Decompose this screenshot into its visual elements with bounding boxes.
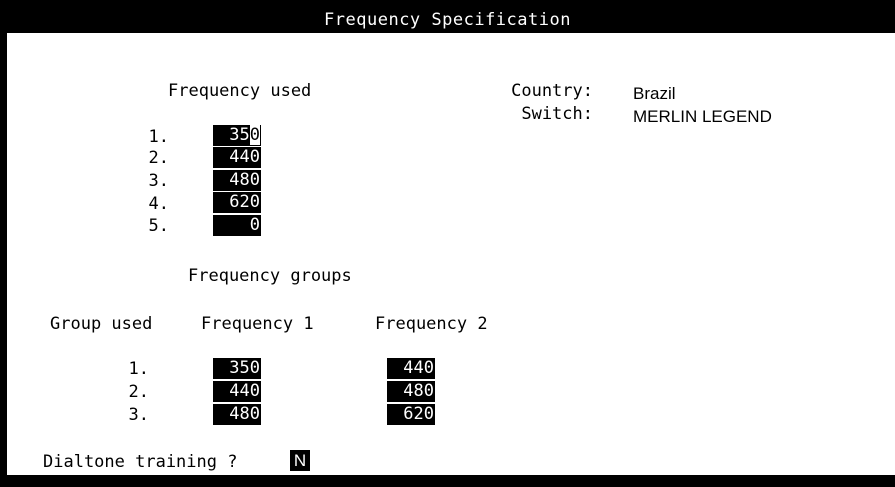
form-screen: Frequency used 1. 350 2. 440 3. 480 4. 6…	[7, 33, 895, 475]
freq-row-index: 1.	[148, 127, 169, 147]
freq-row-index: 2.	[148, 148, 169, 168]
group-row-index: 3.	[128, 405, 149, 425]
group-3-frequency-2-field[interactable]: 620	[387, 404, 435, 425]
switch-value: MERLIN LEGEND	[633, 107, 772, 126]
frequency-groups-heading: Frequency groups	[188, 266, 352, 286]
frequency-1-value: 350	[229, 125, 260, 145]
frequency-used-heading: Frequency used	[168, 81, 312, 101]
terminal-window: Frequency Specification Frequency used 1…	[0, 0, 895, 487]
group-2-frequency-1-field[interactable]: 440	[213, 381, 261, 402]
group-row-index: 2.	[128, 382, 149, 402]
freq-row-index: 3.	[148, 171, 169, 191]
switch-label: Switch:	[521, 104, 593, 124]
group-2-frequency-2-field[interactable]: 480	[387, 381, 435, 402]
group-1-frequency-1-field[interactable]: 350	[213, 358, 261, 379]
dialtone-training-label: Dialtone training ?	[43, 452, 238, 472]
freq-row-index: 4.	[148, 194, 169, 214]
group-3-frequency-1-field[interactable]: 480	[213, 404, 261, 425]
frequency-1-column-header: Frequency 1	[201, 314, 314, 334]
group-used-column-header: Group used	[50, 314, 153, 334]
group-1-frequency-2-field[interactable]: 440	[387, 358, 435, 379]
window-title: Frequency Specification	[324, 10, 571, 30]
frequency-3-field[interactable]: 480	[213, 170, 261, 191]
freq-row-index: 5.	[148, 216, 169, 236]
text-cursor: 0	[249, 125, 260, 145]
country-value: Brazil	[633, 84, 676, 103]
frequency-2-column-header: Frequency 2	[375, 314, 488, 334]
frequency-2-field[interactable]: 440	[213, 147, 261, 168]
group-row-index: 1.	[128, 359, 149, 379]
country-label: Country:	[511, 81, 593, 101]
dialtone-training-field[interactable]: N	[290, 450, 310, 471]
frequency-1-field[interactable]: 350	[213, 125, 261, 146]
frequency-4-field[interactable]: 620	[213, 192, 261, 213]
frequency-5-field[interactable]: 0	[213, 215, 261, 236]
